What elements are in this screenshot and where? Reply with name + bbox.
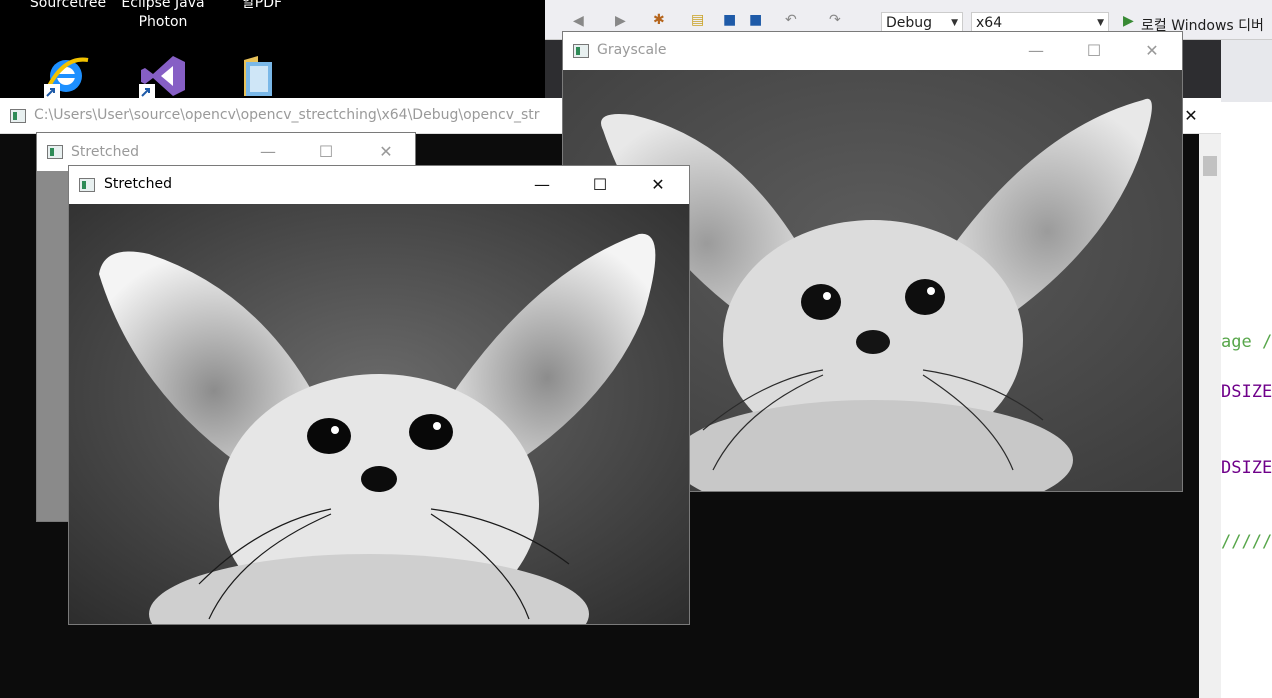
stretched-image <box>69 204 689 624</box>
maximize-icon[interactable]: ☐ <box>1071 36 1117 66</box>
save-icon[interactable]: ■ <box>723 12 736 28</box>
desktop-icon-label: Sourcetree <box>29 0 107 11</box>
back-icon[interactable]: ◀ <box>573 13 584 29</box>
platform-value: x64 <box>976 15 1003 31</box>
desktop-icon-sourcetree[interactable]: Sourcetree <box>28 0 108 13</box>
undo-icon[interactable]: ↶ <box>785 12 797 28</box>
vs-doc-tabs <box>1221 40 1272 102</box>
scrollbar-thumb[interactable] <box>1203 156 1217 176</box>
fennec-fox-image <box>69 204 689 624</box>
minimize-icon[interactable]: — <box>1013 36 1059 66</box>
desktop-icon-eclipse[interactable]: Eclipse Java Photon <box>118 0 208 32</box>
desktop-icon-label: Photon <box>138 14 188 30</box>
window-app-icon <box>79 178 95 192</box>
chevron-down-icon: ▼ <box>1097 18 1104 28</box>
visual-studio-icon <box>139 56 185 100</box>
code-line: age / <box>1221 332 1272 352</box>
window-title: Stretched <box>104 176 172 192</box>
desktop-icon-visual-studio[interactable] <box>139 52 187 104</box>
new-project-icon[interactable]: ✱ <box>653 12 665 28</box>
desktop-icon-label: Eclipse Java <box>121 0 205 11</box>
window-app-icon <box>573 44 589 58</box>
code-line: ///// <box>1221 532 1272 552</box>
close-icon[interactable]: ✕ <box>1129 36 1175 66</box>
desktop-icon-folder[interactable] <box>236 52 284 104</box>
maximize-icon[interactable]: ☐ <box>303 137 349 167</box>
window-app-icon <box>47 145 63 159</box>
desktop-icon-ie[interactable] <box>44 52 92 104</box>
forward-icon[interactable]: ▶ <box>615 13 626 29</box>
open-icon[interactable]: ▤ <box>691 12 704 28</box>
close-icon[interactable]: ✕ <box>635 170 681 200</box>
close-icon[interactable]: ✕ <box>363 137 409 167</box>
window-title: Grayscale <box>597 42 667 58</box>
minimize-icon[interactable]: — <box>519 170 565 200</box>
configuration-value: Debug <box>886 15 933 31</box>
configuration-select[interactable]: Debug ▼ <box>881 12 963 32</box>
window-title-bar[interactable]: Stretched — ☐ ✕ <box>69 166 689 204</box>
desktop-icon-alpdf[interactable]: 알PDF <box>222 0 302 13</box>
code-line: DSIZE <box>1221 458 1272 478</box>
minimize-icon[interactable]: — <box>245 137 291 167</box>
console-scrollbar[interactable] <box>1199 134 1221 698</box>
console-title: C:\Users\User\source\opencv\opencv_strec… <box>34 107 540 123</box>
maximize-icon[interactable]: ☐ <box>577 170 623 200</box>
platform-select[interactable]: x64 ▼ <box>971 12 1109 32</box>
code-line: DSIZE <box>1221 382 1272 402</box>
desktop-icon-label: 알PDF <box>241 0 283 11</box>
folder-icon <box>244 56 272 96</box>
redo-icon[interactable]: ↷ <box>829 12 841 28</box>
window-title-bar[interactable]: Grayscale — ☐ ✕ <box>563 32 1182 70</box>
console-app-icon <box>10 109 26 123</box>
internet-explorer-icon <box>44 57 89 100</box>
code-editor[interactable]: age / DSIZE DSIZE ///// <box>1221 102 1272 698</box>
save-all-icon[interactable]: ■ <box>749 12 762 28</box>
run-play-icon[interactable]: ▶ <box>1123 13 1134 29</box>
menu-bar <box>545 0 1272 9</box>
window-title: Stretched <box>71 144 139 160</box>
chevron-down-icon: ▼ <box>951 18 958 28</box>
stretched-window[interactable]: Stretched — ☐ ✕ <box>68 165 690 625</box>
